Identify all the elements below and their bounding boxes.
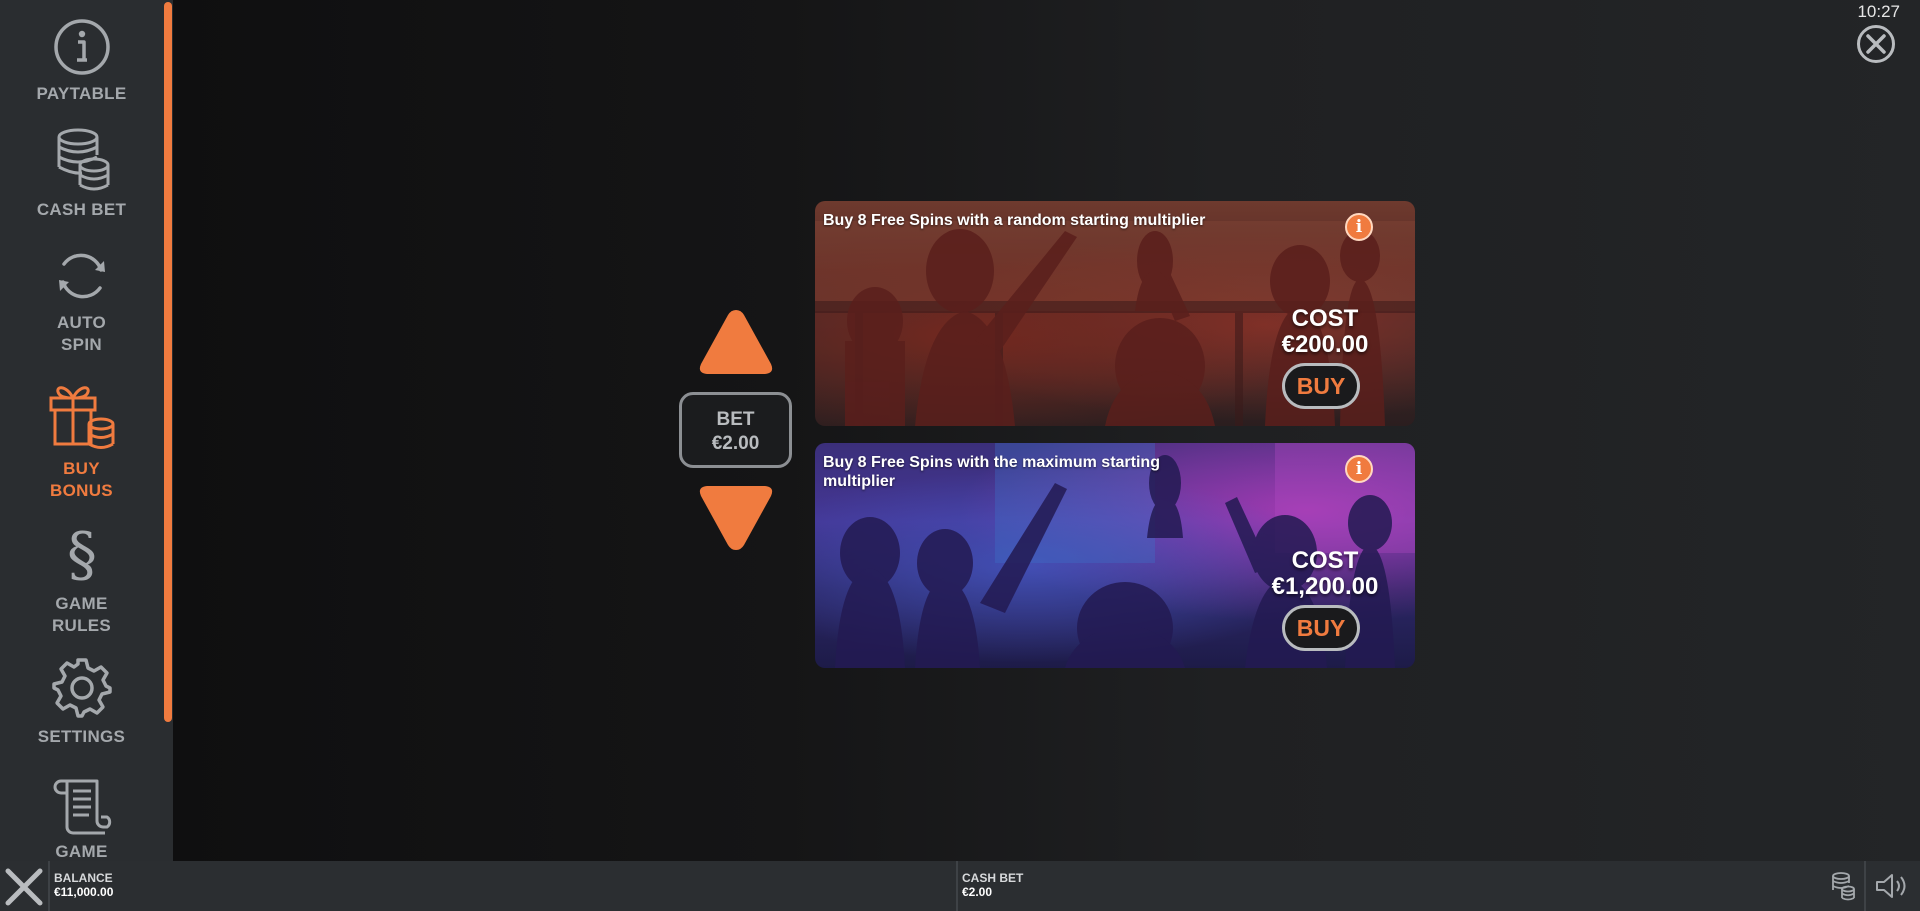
sidebar-item-label: GAME (55, 842, 108, 861)
bet-display: BET €2.00 (679, 392, 792, 468)
clock: 10:27 (1857, 2, 1900, 21)
sidebar-item-auto-spin[interactable]: AUTO SPIN (0, 246, 163, 356)
sidebar-item-label: AUTO SPIN (56, 313, 107, 354)
sidebar-item-label: GAME RULES (51, 594, 112, 635)
sidebar-scrollbar-thumb[interactable] (164, 2, 172, 722)
bonus-offer-card-random: Buy 8 Free Spins with a random starting … (815, 201, 1415, 426)
svg-text:§: § (67, 520, 97, 587)
buy-button[interactable]: BUY (1282, 605, 1360, 651)
sidebar-menu: PAYTABLE CASH BET AUTO SPIN BUY BONUS § … (0, 0, 163, 861)
gift-coins-icon (49, 386, 114, 449)
scroll-icon (53, 779, 111, 835)
cash-bet-value: €2.00 (962, 885, 993, 899)
coin-stack-icon (57, 128, 109, 191)
info-icon[interactable]: i (1345, 455, 1373, 483)
balance-display: BALANCE €11,000.00 (54, 871, 113, 899)
sidebar-item-cash-bet[interactable]: CASH BET (0, 127, 163, 221)
coin-stack-icon[interactable] (1830, 871, 1856, 901)
cost-label: COST (1291, 547, 1359, 574)
divider (956, 861, 958, 911)
speaker-icon[interactable] (1874, 871, 1912, 901)
offer-title: Buy 8 Free Spins with the maximum starti… (823, 454, 1160, 490)
offer-title: Buy 8 Free Spins with a random starting … (823, 212, 1206, 229)
close-icon[interactable] (4, 867, 44, 907)
cost-label: COST (1291, 305, 1359, 332)
gear-icon (51, 658, 112, 718)
divider (1864, 861, 1866, 911)
sidebar-item-game[interactable]: GAME (0, 777, 163, 861)
sidebar-item-label: PAYTABLE (36, 84, 127, 103)
sidebar-item-label: BUY BONUS (50, 459, 113, 500)
bonus-offer-card-maximum: Buy 8 Free Spins with the maximum starti… (815, 443, 1415, 668)
sidebar-item-paytable[interactable]: PAYTABLE (0, 17, 163, 105)
bet-label: BET (716, 409, 755, 430)
offer-cost: COST €1,200.00 (1240, 548, 1410, 600)
game-backdrop (173, 0, 1920, 861)
sidebar-item-settings[interactable]: SETTINGS (0, 656, 163, 748)
sidebar-item-game-rules[interactable]: § GAME RULES (0, 519, 163, 637)
bottom-status-bar: BALANCE €11,000.00 CASH BET €2.00 (0, 861, 1920, 911)
close-button[interactable] (1857, 25, 1895, 63)
bet-value: €2.00 (711, 433, 760, 454)
balance-value: €11,000.00 (54, 885, 114, 899)
cost-value: €200.00 (1281, 331, 1369, 358)
cost-value: €1,200.00 (1271, 573, 1379, 600)
divider (48, 861, 50, 911)
close-icon (1866, 34, 1886, 54)
cash-bet-display: CASH BET €2.00 (962, 871, 1023, 899)
info-icon[interactable]: i (1345, 213, 1373, 241)
section-sign-icon: § (67, 520, 97, 587)
balance-label: BALANCE (54, 871, 113, 885)
info-circle-icon (53, 19, 110, 75)
sidebar-item-label: SETTINGS (37, 727, 126, 746)
refresh-icon (58, 253, 105, 299)
sidebar-item-label: CASH BET (36, 200, 127, 219)
sidebar-item-buy-bonus[interactable]: BUY BONUS (0, 378, 163, 502)
bet-decrease-button[interactable] (697, 484, 775, 554)
offer-cost: COST €200.00 (1240, 306, 1410, 358)
bet-increase-button[interactable] (697, 306, 775, 376)
buy-button[interactable]: BUY (1282, 363, 1360, 409)
cash-bet-label: CASH BET (962, 871, 1024, 885)
